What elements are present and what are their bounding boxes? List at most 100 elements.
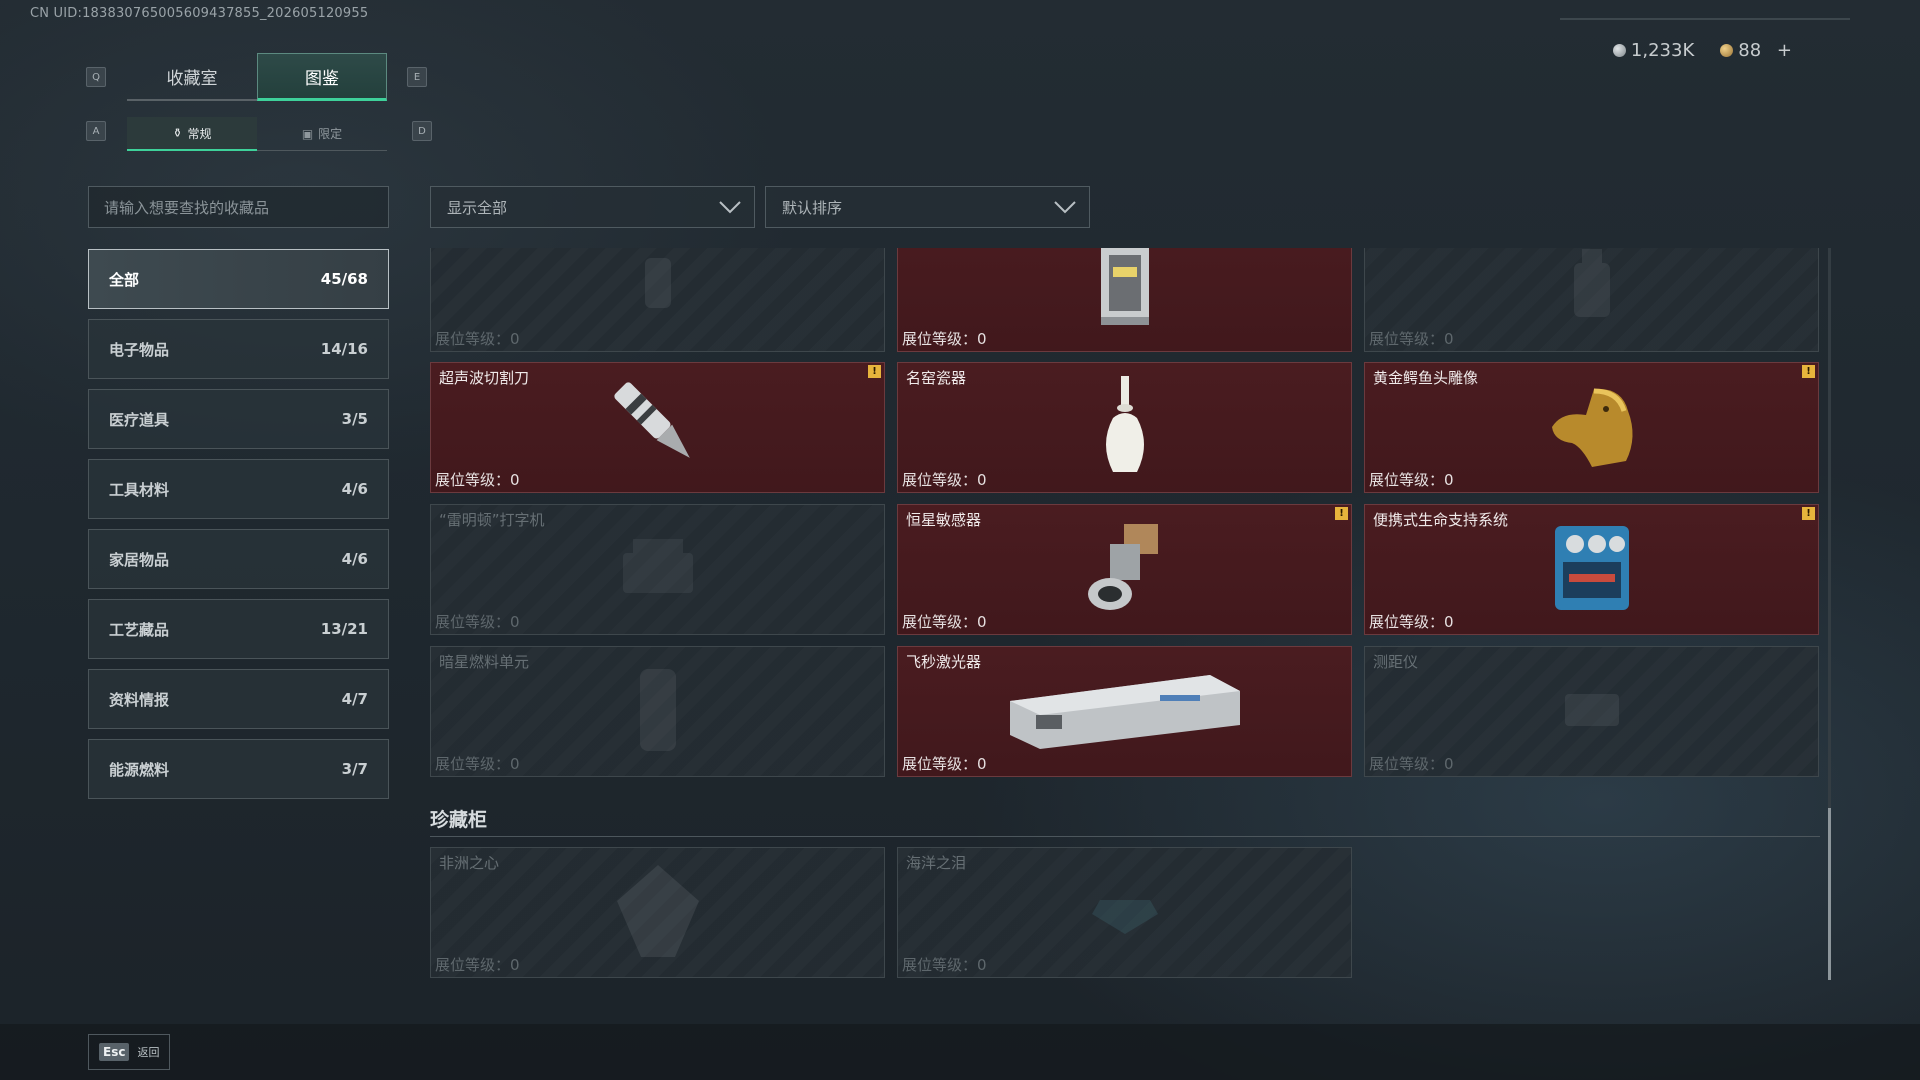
key-hint-d[interactable]: D <box>412 121 432 141</box>
card-level: 展位等级：0 <box>902 471 987 489</box>
card-level: 展位等级：0 <box>435 755 520 773</box>
silver-amount: 1,233K <box>1630 40 1695 61</box>
category-count: 3/5 <box>341 410 368 428</box>
card-level: 展位等级：0 <box>902 956 987 974</box>
card-level: 展位等级：0 <box>435 471 520 489</box>
main-tabs: 收藏室 图鉴 <box>127 53 387 101</box>
bottle-icon <box>1562 248 1622 327</box>
filter-dropdown[interactable]: 显示全部 <box>430 186 755 228</box>
scrollbar-thumb[interactable] <box>1828 808 1831 980</box>
vase-icon <box>623 248 693 322</box>
category-count: 13/21 <box>320 620 368 638</box>
sub-tabs: ⚱ 常规 ▣ 限定 <box>127 117 387 151</box>
sort-dropdown-value: 默认排序 <box>782 198 843 217</box>
collection-card[interactable]: 展位等级：0 <box>430 248 885 352</box>
search-input[interactable]: 请输入想要查找的收藏品 <box>88 186 389 228</box>
uid-text: CN UID:18383076500560943​7855_2026051209… <box>30 6 369 21</box>
alert-icon: ! <box>868 365 881 378</box>
collection-card[interactable]: 非洲之心 展位等级：0 <box>430 847 885 978</box>
card-title: 黄金鳄鱼头雕像 <box>1373 369 1479 387</box>
gold-currency: 88 + <box>1720 40 1792 61</box>
tab-catalog[interactable]: 图鉴 <box>257 53 387 101</box>
card-title: 名窑瓷器 <box>906 369 967 387</box>
collection-card[interactable]: 海洋之泪 展位等级：0 <box>897 847 1352 978</box>
collection-card[interactable]: 名窑瓷器展位等级：0 <box>897 362 1352 493</box>
life-support-icon <box>1547 518 1637 622</box>
card-title: 飞秒激光器 <box>906 653 982 671</box>
collection-card[interactable]: 测距仪 展位等级：0 <box>1364 646 1819 777</box>
card-level: 展位等级：0 <box>1369 613 1454 631</box>
category-label: 医疗道具 <box>109 410 170 429</box>
collection-card[interactable]: 展位等级：0 <box>1364 248 1819 352</box>
card-level: 展位等级：0 <box>902 330 987 348</box>
collection-card[interactable]: 暗星燃料单元展位等级：0 <box>430 646 885 777</box>
card-level: 展位等级：0 <box>902 755 987 773</box>
card-title: 非洲之心 <box>439 854 500 872</box>
category-item[interactable]: 工艺藏品 13/21 <box>88 599 389 659</box>
tab-collection-room[interactable]: 收藏室 <box>127 53 257 101</box>
silver-currency: 1,233K <box>1612 40 1695 61</box>
collection-card[interactable]: 飞秒激光器展位等级：0 <box>897 646 1352 777</box>
back-label: 返回 <box>137 1046 160 1059</box>
topbar-divider <box>1560 18 1850 20</box>
typewriter-icon <box>613 533 703 607</box>
flask-icon: ⚱ <box>172 126 183 140</box>
category-item[interactable]: 工具材料 4/6 <box>88 459 389 519</box>
category-item[interactable]: 医疗道具 3/5 <box>88 389 389 449</box>
rangefinder-icon <box>1557 680 1627 744</box>
porcelain-icon <box>1095 374 1155 482</box>
key-hint-a[interactable]: A <box>86 121 106 141</box>
diamond-icon <box>613 861 703 965</box>
chevron-down-icon <box>719 201 741 214</box>
key-hint-q[interactable]: Q <box>86 67 106 87</box>
subtab-regular[interactable]: ⚱ 常规 <box>127 117 257 151</box>
category-count: 14/16 <box>320 340 368 358</box>
crocodile-head-icon <box>1542 381 1642 475</box>
collection-card[interactable]: “雷明顿”打字机 展位等级：0 <box>430 504 885 635</box>
card-title: 便携式生命支持系统 <box>1373 511 1509 529</box>
footer-bar <box>0 1024 1920 1080</box>
card-title: 暗星燃料单元 <box>439 653 530 671</box>
collection-card[interactable]: 便携式生命支持系统! 展位等级：0 <box>1364 504 1819 635</box>
limited-icon: ▣ <box>301 126 314 141</box>
category-count: 3/7 <box>341 760 368 778</box>
collection-card[interactable]: 恒星敏感器! 展位等级：0 <box>897 504 1352 635</box>
category-item[interactable]: 电子物品 14/16 <box>88 319 389 379</box>
add-currency-button[interactable]: + <box>1777 40 1792 61</box>
esc-key: Esc <box>99 1043 130 1061</box>
category-count: 45/68 <box>320 270 368 288</box>
key-hint-e[interactable]: E <box>407 67 427 87</box>
category-list: 全部 45/68 电子物品 14/16 医疗道具 3/5 工具材料 4/6 家居物品 4/6 工艺藏… <box>88 249 389 809</box>
category-label: 工艺藏品 <box>109 620 170 639</box>
gem-icon <box>1090 886 1160 940</box>
category-item[interactable]: 能源燃料 3/7 <box>88 739 389 799</box>
card-level: 展位等级：0 <box>1369 330 1454 348</box>
gold-coin-icon <box>1720 44 1734 57</box>
card-title: 恒星敏感器 <box>906 511 982 529</box>
collection-card[interactable]: 展位等级：0 <box>897 248 1352 352</box>
laser-icon <box>1000 665 1250 759</box>
collection-card[interactable]: 黄金鳄鱼头雕像! 展位等级：0 <box>1364 362 1819 493</box>
category-label: 能源燃料 <box>109 760 170 779</box>
card-level: 展位等级：0 <box>435 330 520 348</box>
card-level: 展位等级：0 <box>902 613 987 631</box>
category-count: 4/7 <box>341 690 368 708</box>
star-sensor-icon <box>1080 518 1170 622</box>
collection-card[interactable]: 超声波切割刀! 展位等级：0 <box>430 362 885 493</box>
category-item[interactable]: 全部 45/68 <box>88 249 389 309</box>
category-count: 4/6 <box>341 550 368 568</box>
alert-icon: ! <box>1802 507 1815 520</box>
category-item[interactable]: 家居物品 4/6 <box>88 529 389 589</box>
card-level: 展位等级：0 <box>1369 471 1454 489</box>
card-title: 超声波切割刀 <box>439 369 530 387</box>
category-label: 工具材料 <box>109 480 170 499</box>
card-level: 展位等级：0 <box>1369 755 1454 773</box>
category-item[interactable]: 资料情报 4/7 <box>88 669 389 729</box>
back-button[interactable]: Esc 返回 <box>88 1034 170 1070</box>
sort-dropdown[interactable]: 默认排序 <box>765 186 1090 228</box>
subtab-limited[interactable]: ▣ 限定 <box>257 117 387 151</box>
alert-icon: ! <box>1335 507 1348 520</box>
filter-dropdown-value: 显示全部 <box>447 198 508 217</box>
subtab-regular-label: 常规 <box>187 126 212 141</box>
card-level: 展位等级：0 <box>435 613 520 631</box>
